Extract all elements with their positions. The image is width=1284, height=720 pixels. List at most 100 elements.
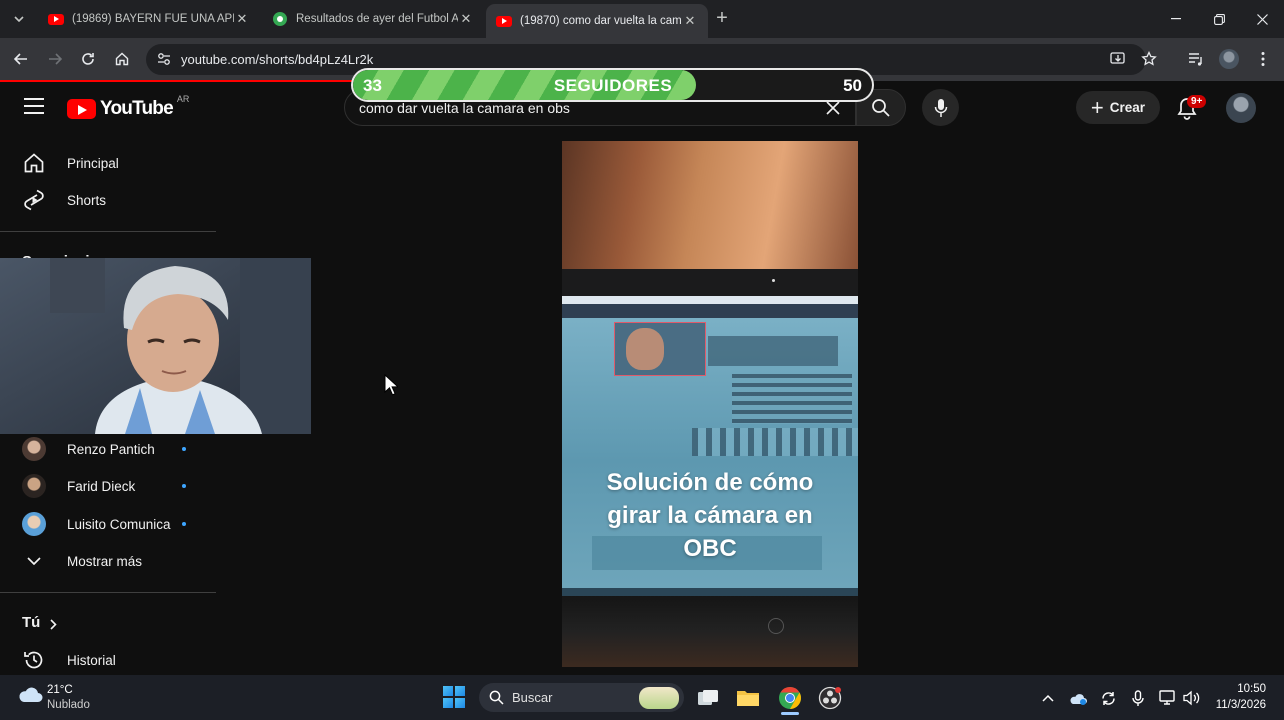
close-window-button[interactable] (1240, 0, 1284, 38)
volume-button[interactable] (1181, 688, 1201, 708)
sidebar-divider (0, 231, 216, 232)
sidebar-show-more[interactable]: Mostrar más (0, 542, 216, 580)
chevron-right-icon (50, 617, 57, 635)
back-button[interactable] (10, 48, 32, 70)
browser-tab-1[interactable]: Resultados de ayer del Futbol A ✕ (262, 5, 484, 33)
folder-icon (737, 691, 759, 706)
channel-avatar (22, 474, 46, 498)
shorts-video-player[interactable]: Solución de cómo girar la cámara en OBC (562, 141, 858, 667)
youtube-icon (496, 13, 512, 29)
weather-description[interactable]: Nublado (47, 699, 90, 711)
install-icon (1110, 52, 1125, 64)
chrome-menu-button[interactable] (1252, 48, 1274, 70)
sidebar-channel-luisito-comunica[interactable]: Luisito Comunica (0, 505, 216, 543)
sync-button[interactable] (1098, 688, 1118, 708)
plus-icon: + (1090, 94, 1104, 120)
media-control-button[interactable] (1185, 48, 1207, 70)
taskbar-search[interactable]: Buscar (479, 683, 684, 712)
task-view-icon (698, 690, 718, 705)
tab-title: Resultados de ayer del Futbol A (296, 13, 458, 25)
home-icon (22, 151, 46, 175)
close-tab-icon[interactable]: ✕ (458, 11, 474, 27)
followers-goal: 50 (843, 76, 862, 95)
onedrive-button[interactable] (1068, 688, 1088, 708)
sidebar-you-header[interactable]: Tú (0, 603, 216, 641)
chrome-icon (779, 687, 801, 709)
url-text[interactable]: youtube.com/shorts/bd4pLz4Lr2k (181, 52, 373, 67)
browser-tab-strip: (19869) BAYERN FUE UNA APLA ✕ Resultados… (0, 0, 1284, 38)
taskbar-date[interactable]: 11/3/2026 (1206, 699, 1266, 711)
profile-button[interactable] (1218, 48, 1240, 70)
new-content-dot (182, 447, 186, 451)
close-tab-icon[interactable]: ✕ (682, 13, 698, 29)
home-button[interactable] (111, 48, 133, 70)
tray-overflow-button[interactable] (1038, 688, 1058, 708)
minimize-icon (1171, 18, 1181, 20)
task-view-button[interactable] (693, 683, 723, 713)
network-button[interactable] (1158, 688, 1178, 708)
star-icon (1141, 51, 1157, 66)
sidebar-item-label: Renzo Pantich (67, 441, 155, 457)
active-app-indicator (781, 712, 799, 715)
site-settings-icon[interactable] (156, 51, 172, 67)
search-icon (489, 690, 504, 705)
browser-tab-2[interactable]: (19870) como dar vuelta la cam ✕ (486, 4, 708, 38)
tab-search-button[interactable] (8, 8, 30, 30)
search-query[interactable]: como dar vuelta la camara en obs (359, 100, 570, 116)
close-tab-icon[interactable]: ✕ (234, 11, 250, 27)
new-content-dot (182, 484, 186, 488)
browser-tab-0[interactable]: (19869) BAYERN FUE UNA APLA ✕ (38, 5, 260, 33)
install-app-button[interactable] (1107, 48, 1129, 70)
webcam-feed-image (0, 258, 311, 434)
restore-button[interactable] (1197, 0, 1241, 38)
screen: (19869) BAYERN FUE UNA APLA ✕ Resultados… (0, 0, 1284, 720)
short-caption: Solución de cómo girar la cámara en OBC (606, 469, 814, 562)
create-button[interactable]: + Crear (1076, 91, 1160, 124)
reload-button[interactable] (77, 48, 99, 70)
sidebar-item-shorts[interactable]: Shorts (0, 181, 216, 219)
shorts-icon (22, 188, 46, 212)
channel-avatar (22, 512, 46, 536)
windows-start-button[interactable] (443, 686, 465, 708)
chevron-down-icon (14, 16, 24, 22)
sidebar-channel-farid-dieck[interactable]: Farid Dieck (0, 467, 216, 505)
onedrive-icon (1070, 693, 1087, 705)
clear-search-icon[interactable] (825, 100, 841, 116)
voice-search-button[interactable] (922, 89, 959, 126)
tab-title: (19870) como dar vuelta la cam (520, 15, 682, 27)
search-icon (872, 98, 890, 117)
video-frame-laptop-base (562, 596, 858, 667)
country-code: AR (176, 94, 190, 104)
youtube-play-icon (67, 99, 96, 119)
guide-menu-button[interactable] (24, 98, 44, 114)
video-frame-monitor-top (562, 269, 858, 299)
microphone-tray-button[interactable] (1128, 688, 1148, 708)
more-vert-icon (1261, 52, 1265, 66)
search-highlight-icon (639, 687, 679, 709)
bookmark-button[interactable] (1138, 48, 1160, 70)
microphone-icon (1132, 689, 1144, 706)
weather-temperature[interactable]: 21°C (47, 684, 73, 696)
sidebar-item-label: Principal (67, 155, 119, 171)
cloud-icon[interactable] (17, 686, 43, 704)
taskbar-time[interactable]: 10:50 (1212, 683, 1266, 695)
network-icon (1159, 690, 1175, 705)
sidebar-item-label: Luisito Comunica (67, 516, 171, 532)
you-title: Tú (22, 614, 41, 631)
chrome-taskbar-button[interactable] (775, 683, 805, 713)
sidebar-item-historial[interactable]: Historial (0, 641, 216, 679)
obs-taskbar-button[interactable] (815, 683, 845, 713)
new-tab-button[interactable]: + (712, 8, 732, 28)
forward-button[interactable] (44, 48, 66, 70)
youtube-logo[interactable]: YouTube AR (67, 94, 189, 120)
minimize-button[interactable] (1154, 0, 1198, 38)
sidebar-item-principal[interactable]: Principal (0, 144, 216, 182)
arrow-right-icon (49, 53, 62, 65)
file-explorer-button[interactable] (733, 683, 763, 713)
page-load-progress (0, 80, 368, 82)
sidebar-channel-renzo-pantich[interactable]: Renzo Pantich (0, 430, 216, 468)
mouse-cursor-icon (384, 374, 398, 396)
chevron-up-icon (1042, 694, 1054, 702)
sidebar-item-label: Shorts (67, 192, 107, 208)
account-avatar[interactable] (1226, 93, 1256, 123)
